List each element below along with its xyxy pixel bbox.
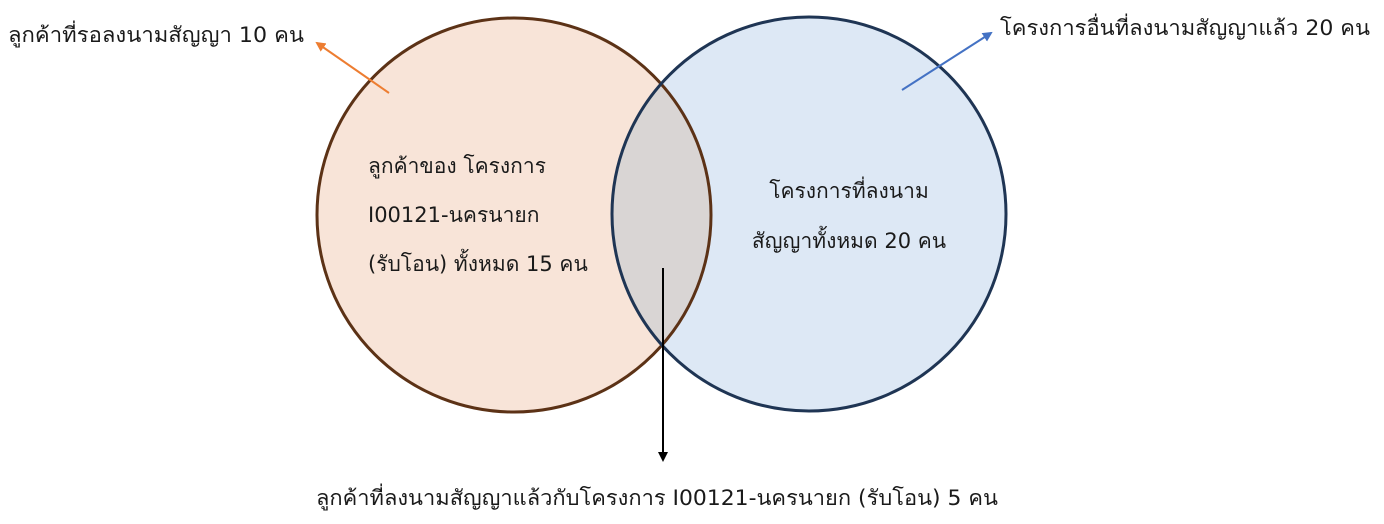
right-circle-line-1: โครงการที่ลงนาม xyxy=(769,176,929,203)
right-circle-line-2: สัญญาทั้งหมด 20 คน xyxy=(752,226,946,253)
left-circle-line-1: ลูกค้าของ โครงการ xyxy=(368,154,546,179)
callout-bottom: ลูกค้าที่ลงนามสัญญาแล้วกับโครงการ I00121… xyxy=(316,483,998,511)
left-circle-line-2: I00121-นครนายก xyxy=(368,203,539,227)
callout-top-left: ลูกค้าที่รอลงนามสัญญา 10 คน xyxy=(8,20,304,48)
callout-top-right: โครงการอื่นที่ลงนามสัญญาแล้ว 20 คน xyxy=(1000,13,1370,40)
left-circle-line-3: (รับโอน) ทั้งหมด 15 คน xyxy=(368,249,588,276)
venn-diagram: ลูกค้าของ โครงการ I00121-นครนายก (รับโอน… xyxy=(8,13,1370,511)
arrow-top-left xyxy=(315,41,390,94)
